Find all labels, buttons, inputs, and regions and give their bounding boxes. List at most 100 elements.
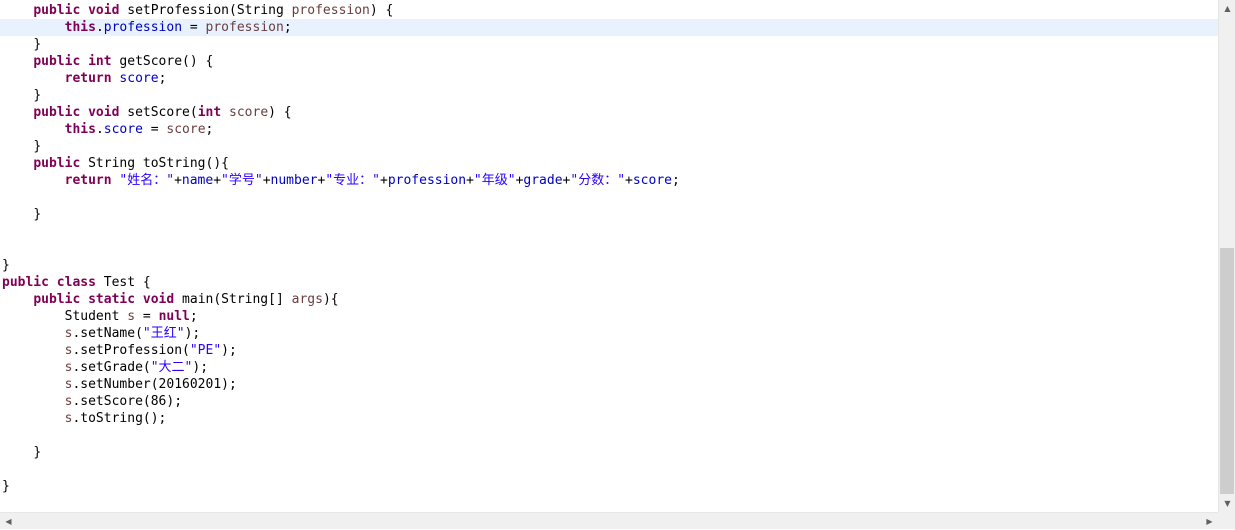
code-token-txt: );: [184, 326, 201, 341]
code-line[interactable]: [0, 240, 1218, 257]
code-editor[interactable]: public void setProfession(String profess…: [0, 0, 1218, 512]
code-token-txt: }: [33, 139, 42, 154]
code-token-txt: }: [2, 479, 10, 494]
code-token-ws: [2, 343, 65, 358]
code-token-str: "专业：": [325, 173, 380, 188]
code-token-txt: .: [95, 20, 104, 35]
code-token-txt: }: [2, 258, 10, 273]
code-token-fld: profession: [387, 173, 467, 188]
code-token-str: "年级": [473, 173, 516, 188]
code-token-txt: .: [95, 122, 104, 137]
scrollbar-corner: [1218, 512, 1235, 529]
code-line[interactable]: public void setProfession(String profess…: [0, 2, 1218, 19]
code-token-par: score: [229, 105, 269, 120]
code-line[interactable]: public void setScore(int score) {: [0, 104, 1218, 121]
code-token-par: score: [166, 122, 206, 137]
code-token-kw: return: [64, 71, 112, 86]
code-token-str: "大二": [150, 360, 193, 375]
code-token-ws: [2, 445, 33, 460]
code-token-txt: =: [142, 122, 167, 137]
code-token-ws: [2, 360, 65, 375]
code-token-str: "姓名：": [119, 173, 175, 188]
code-token-kw: public: [33, 292, 81, 307]
code-token-txt: setScore(: [119, 105, 198, 120]
code-line[interactable]: [0, 427, 1218, 444]
scroll-up-arrow-icon[interactable]: ▲: [1219, 0, 1235, 17]
code-token-ws: [2, 292, 33, 307]
code-line[interactable]: s.setNumber(20160201);: [0, 376, 1218, 393]
code-token-txt: .setName(: [72, 326, 143, 341]
code-token-kw: public: [33, 156, 81, 171]
code-token-txt: .toString();: [72, 411, 167, 426]
code-line[interactable]: return "姓名："+name+"学号"+number+"专业："+prof…: [0, 172, 1218, 189]
code-token-str: "学号": [221, 173, 263, 188]
code-line[interactable]: return score;: [0, 70, 1218, 87]
code-token-txt: +: [466, 173, 474, 188]
code-line[interactable]: Student s = null;: [0, 308, 1218, 325]
code-lines[interactable]: public void setProfession(String profess…: [0, 2, 1218, 495]
code-token-kw: public: [33, 54, 81, 69]
code-token-ws: [2, 54, 33, 69]
code-line[interactable]: public int getScore() {: [0, 53, 1218, 70]
code-line[interactable]: s.setProfession("PE");: [0, 342, 1218, 359]
code-line[interactable]: s.setGrade("大二");: [0, 359, 1218, 376]
code-line[interactable]: this.score = score;: [0, 121, 1218, 138]
code-line[interactable]: s.setScore(86);: [0, 393, 1218, 410]
code-line[interactable]: [0, 189, 1218, 206]
scroll-right-arrow-icon[interactable]: ▶: [1201, 513, 1218, 530]
code-token-txt: }: [33, 37, 42, 52]
horizontal-scrollbar[interactable]: ◀ ▶: [0, 512, 1218, 529]
code-token-ws: [2, 37, 33, 52]
code-line[interactable]: }: [0, 36, 1218, 53]
code-token-kw: public: [2, 275, 49, 290]
code-token-kw: int: [197, 105, 222, 120]
code-line[interactable]: public static void main(String[] args){: [0, 291, 1218, 308]
code-token-txt: +: [213, 173, 222, 188]
code-token-par: s: [127, 309, 136, 324]
code-token-str: "PE": [189, 343, 222, 358]
code-token-txt: }: [33, 88, 42, 103]
code-line[interactable]: }: [0, 257, 1218, 274]
code-token-txt: }: [33, 207, 42, 222]
code-token-fld: number: [270, 173, 318, 188]
code-token-par: profession: [291, 3, 370, 18]
code-line[interactable]: }: [0, 87, 1218, 104]
code-line[interactable]: this.profession = profession;: [0, 19, 1218, 36]
code-token-str: "分数：": [570, 173, 626, 188]
code-line[interactable]: }: [0, 206, 1218, 223]
code-line[interactable]: s.toString();: [0, 410, 1218, 427]
code-line[interactable]: [0, 223, 1218, 240]
code-token-txt: main(String[]: [174, 292, 292, 307]
code-line[interactable]: public String toString(){: [0, 155, 1218, 172]
code-token-txt: );: [221, 343, 237, 358]
code-token-txt: +: [379, 173, 388, 188]
code-line[interactable]: [0, 461, 1218, 478]
code-token-kw: this: [64, 20, 96, 35]
code-token-ws: [2, 122, 65, 137]
code-token-par: args: [291, 292, 323, 307]
code-token-txt: );: [192, 360, 209, 375]
code-token-txt: getScore() {: [111, 54, 214, 69]
code-line[interactable]: }: [0, 444, 1218, 461]
vertical-scrollbar-thumb[interactable]: [1220, 248, 1234, 494]
code-line[interactable]: s.setName("王红");: [0, 325, 1218, 342]
code-line[interactable]: public class Test {: [0, 274, 1218, 291]
code-line[interactable]: }: [0, 478, 1218, 495]
code-token-kw: return: [64, 173, 112, 188]
code-token-txt: =: [182, 20, 206, 35]
scroll-left-arrow-icon[interactable]: ◀: [0, 513, 17, 530]
vertical-scrollbar[interactable]: ▲ ▼: [1218, 0, 1235, 512]
code-token-txt: ;: [189, 309, 198, 324]
scroll-down-arrow-icon[interactable]: ▼: [1219, 495, 1235, 512]
code-token-txt: Student: [64, 309, 128, 324]
code-token-ws: [2, 377, 65, 392]
code-token-txt: ) {: [268, 105, 292, 120]
code-line[interactable]: }: [0, 138, 1218, 155]
code-token-txt: ;: [158, 71, 167, 86]
code-token-kw: null: [158, 309, 190, 324]
